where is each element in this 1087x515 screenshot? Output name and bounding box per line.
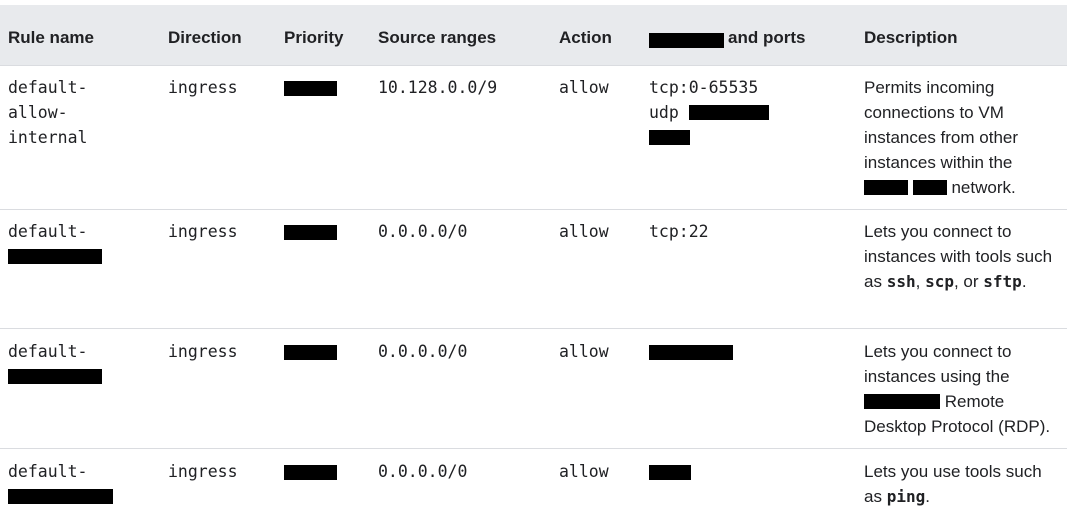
description-cell: Lets you connect to instances with tools… xyxy=(864,219,1059,294)
redaction-block xyxy=(284,225,337,240)
header-source-ranges: Source ranges xyxy=(378,28,497,47)
source-cell: 0.0.0.0/0 xyxy=(378,222,468,241)
description-text: Lets you connect to instances using the xyxy=(864,342,1012,386)
action-cell: allow xyxy=(559,462,609,481)
rule-name-line: internal xyxy=(8,128,88,147)
port-line: udp xyxy=(649,103,679,122)
description-cell: Lets you connect to instances using the … xyxy=(864,339,1059,439)
inline-code: sftp xyxy=(983,272,1022,291)
header-direction: Direction xyxy=(168,28,242,47)
redaction-block xyxy=(649,345,733,360)
direction-cell: ingress xyxy=(168,222,238,241)
action-cell: allow xyxy=(559,222,609,241)
redaction-block xyxy=(912,180,947,195)
rule-name-line: default- xyxy=(8,222,88,241)
header-action: Action xyxy=(559,28,612,47)
row-divider xyxy=(0,328,1067,329)
rule-name-cell: default- xyxy=(8,459,113,509)
port-line: tcp:0-65535 xyxy=(649,78,759,97)
redaction-block xyxy=(864,180,908,195)
table-header: Rule name Direction Priority Source rang… xyxy=(0,5,1067,66)
rule-name-line: default- xyxy=(8,342,88,361)
rule-name-line: default- xyxy=(8,78,88,97)
redaction-block xyxy=(864,394,940,409)
description-text: . xyxy=(1021,272,1027,291)
inline-code: scp xyxy=(925,272,954,291)
rule-name-cell: default- xyxy=(8,339,102,389)
redaction-block xyxy=(284,345,337,360)
inline-code: ping xyxy=(886,487,926,506)
action-cell: allow xyxy=(559,78,609,97)
inline-code: ssh xyxy=(886,272,916,291)
rule-name-cell: default- xyxy=(8,219,102,269)
redaction-block xyxy=(8,489,113,504)
header-description: Description xyxy=(864,28,958,47)
action-cell: allow xyxy=(559,342,609,361)
redaction-block xyxy=(284,81,337,96)
source-cell: 10.128.0.0/9 xyxy=(378,78,498,97)
redaction-block xyxy=(8,249,102,264)
direction-cell: ingress xyxy=(168,462,238,481)
rule-name-line: allow- xyxy=(8,103,68,122)
description-text: . xyxy=(925,487,930,506)
redaction-block xyxy=(688,105,769,120)
description-text: Permits incoming connections to VM insta… xyxy=(864,78,1019,172)
header-ports: and ports xyxy=(728,28,806,47)
source-cell: 0.0.0.0/0 xyxy=(378,462,468,481)
firewall-rules-table: Rule name Direction Priority Source rang… xyxy=(0,0,1067,515)
rule-name-line: default- xyxy=(8,462,88,481)
direction-cell: ingress xyxy=(168,342,238,361)
redaction-block xyxy=(8,369,102,384)
rule-name-cell: default- allow- internal xyxy=(8,75,158,150)
redaction-block xyxy=(284,465,337,480)
description-cell: Permits incoming connections to VM insta… xyxy=(864,75,1059,200)
row-divider xyxy=(0,209,1067,210)
source-cell: 0.0.0.0/0 xyxy=(378,342,468,361)
direction-cell: ingress xyxy=(168,78,238,97)
header-priority: Priority xyxy=(284,28,344,47)
description-text: network. xyxy=(951,178,1016,197)
redaction-block xyxy=(649,465,691,480)
ports-cell: tcp:0-65535 udp xyxy=(649,75,769,150)
redaction-block xyxy=(649,130,690,145)
description-text: , or xyxy=(953,272,979,291)
description-text: , xyxy=(915,272,921,291)
header-rule-name: Rule name xyxy=(8,28,94,47)
ports-cell: tcp:22 xyxy=(649,222,709,241)
description-cell: Lets you use tools such as ping. xyxy=(864,459,1059,509)
row-divider xyxy=(0,448,1067,449)
redaction-block xyxy=(649,33,724,48)
